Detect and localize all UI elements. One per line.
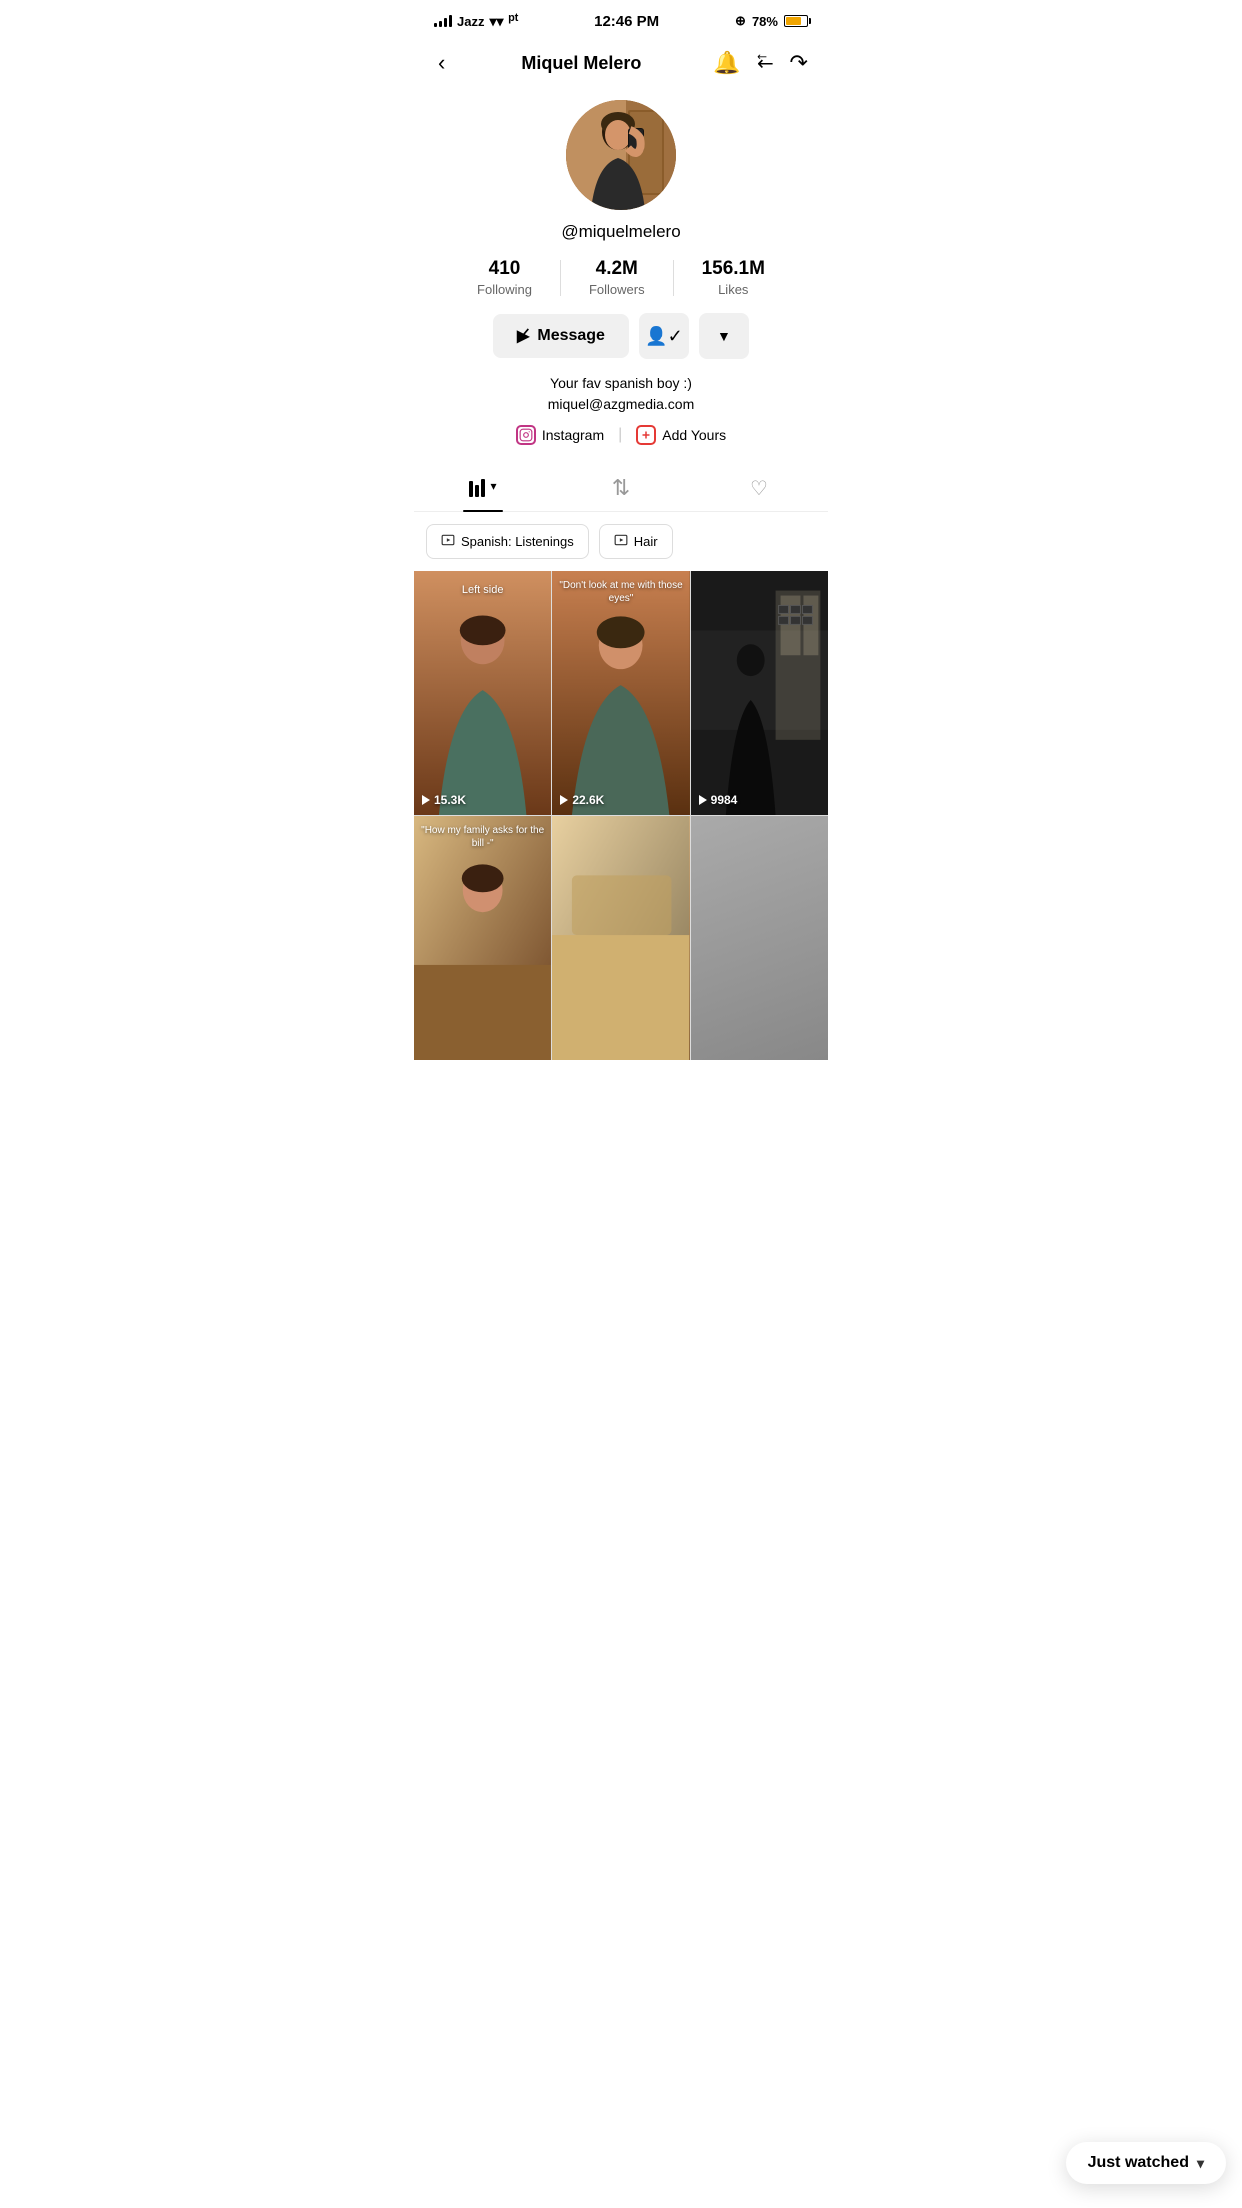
video-bg-5	[552, 816, 689, 1060]
share-button[interactable]: ↷	[790, 50, 808, 76]
followers-label: Followers	[589, 282, 645, 297]
just-watched-pill[interactable]: Just watched ▾	[1066, 2142, 1226, 2184]
add-yours-link[interactable]: Add Yours	[636, 425, 726, 445]
message-button-label: Message	[537, 327, 605, 345]
following-label: Following	[477, 282, 532, 297]
video-thumb-2[interactable]: "Don't look at me with those eyes" 22.6K	[552, 571, 689, 815]
tab-bar: ▾ ⇅ ♡	[414, 461, 828, 512]
message-button[interactable]: ▶̸ Message	[493, 314, 629, 358]
instagram-link[interactable]: Instagram	[516, 425, 604, 445]
playlist-chips: Spanish: Listenings Hair	[414, 524, 828, 559]
playlist-chip-spanish[interactable]: Spanish: Listenings	[426, 524, 589, 559]
bio-email[interactable]: miquel@azgmedia.com	[548, 394, 695, 415]
view-count-2: 22.6K	[572, 793, 604, 807]
play-icon-2	[560, 795, 568, 805]
video-bg-2	[552, 571, 689, 815]
video-text-2: "Don't look at me with those eyes"	[552, 579, 689, 605]
following-count: 410	[489, 258, 521, 280]
view-count-1: 15.3K	[434, 793, 466, 807]
video-views-2: 22.6K	[560, 793, 604, 807]
video-thumb-1[interactable]: Left side 15.3K	[414, 571, 551, 815]
follow-button[interactable]: 👤✓	[639, 313, 689, 359]
video-views-1: 15.3K	[422, 793, 466, 807]
just-watched-label: Just watched	[1088, 2154, 1189, 2172]
link-separator: |	[618, 426, 622, 444]
likes-count: 156.1M	[702, 258, 765, 280]
status-left: Jazz ▾▾ ᵖᵗ	[434, 12, 518, 30]
bio-line-1: Your fav spanish boy :)	[548, 373, 695, 394]
message-send-icon: ▶̸	[517, 326, 529, 346]
avatar	[566, 100, 676, 210]
likes-label: Likes	[718, 282, 748, 297]
playlist-icon-2	[614, 533, 628, 550]
followers-stat: 4.2M Followers	[561, 258, 673, 297]
video-text-4: "How my family asks for the bill -"	[414, 824, 551, 850]
just-watched-chevron-icon: ▾	[1197, 2155, 1204, 2172]
clock: 12:46 PM	[594, 13, 659, 30]
nav-header: ‹ Miquel Melero 🔔 →⃗ ↷	[414, 38, 828, 92]
video-bg-1	[414, 571, 551, 815]
add-yours-icon	[636, 425, 656, 445]
play-icon-1	[422, 795, 430, 805]
nav-actions: 🔔 →⃗ ↷	[713, 50, 808, 76]
page-title: Miquel Melero	[521, 53, 641, 74]
video-thumb-3[interactable]: 9984	[691, 571, 828, 815]
tab-liked[interactable]: ♡	[690, 461, 828, 511]
tab-dropdown-icon: ▾	[490, 479, 496, 497]
liked-tab-icon: ♡	[750, 476, 768, 501]
chevron-down-icon: ▼	[717, 328, 731, 344]
tab-reposts[interactable]: ⇅	[552, 461, 690, 511]
likes-stat: 156.1M Likes	[674, 258, 793, 297]
profile-section: @miquelmelero 410 Following 4.2M Followe…	[414, 92, 828, 461]
battery-indicator	[784, 15, 808, 27]
avatar-image	[566, 100, 676, 210]
action-buttons: ▶̸ Message 👤✓ ▼	[493, 313, 749, 359]
follow-person-icon: 👤✓	[645, 326, 683, 347]
battery-percent: 78%	[752, 14, 778, 29]
signal-icon	[434, 15, 452, 27]
video-text-1: Left side	[414, 583, 551, 597]
following-stat: 410 Following	[449, 258, 560, 297]
wifi-icon: ▾▾	[489, 13, 503, 30]
add-yours-label: Add Yours	[662, 427, 726, 443]
username-label: @miquelmelero	[561, 222, 680, 242]
notification-bell-icon[interactable]: 🔔	[713, 50, 740, 76]
status-bar: Jazz ▾▾ ᵖᵗ 12:46 PM ⊕ 78%	[414, 0, 828, 38]
video-grid: Left side 15.3K "Don't look at	[414, 571, 828, 1060]
instagram-label: Instagram	[542, 427, 604, 443]
playlist-icon-1	[441, 533, 455, 550]
video-thumb-4[interactable]: "How my family asks for the bill -"	[414, 816, 551, 1060]
wifi-symbol: ᵖᵗ	[509, 12, 519, 30]
carrier-label: Jazz	[457, 14, 484, 29]
video-bg-4	[414, 816, 551, 1060]
followers-count: 4.2M	[596, 258, 638, 280]
tab-videos[interactable]: ▾	[414, 461, 552, 511]
video-bg-3	[691, 571, 828, 815]
video-thumb-6[interactable]	[691, 816, 828, 1060]
status-right: ⊕ 78%	[735, 13, 808, 29]
share-icon[interactable]: →⃗	[757, 51, 774, 76]
stats-row: 410 Following 4.2M Followers 156.1M Like…	[434, 258, 808, 297]
playlist-chip-hair[interactable]: Hair	[599, 524, 673, 559]
play-icon-3	[699, 795, 707, 805]
video-views-3: 9984	[699, 793, 738, 807]
more-options-button[interactable]: ▼	[699, 313, 749, 359]
playlist-chip-1-label: Spanish: Listenings	[461, 534, 574, 549]
links-row: Instagram | Add Yours	[516, 425, 726, 445]
repost-tab-icon: ⇅	[612, 475, 630, 501]
grid-tab-icon: ▾	[469, 479, 496, 497]
video-thumb-5[interactable]	[552, 816, 689, 1060]
back-button[interactable]: ‹	[434, 46, 449, 80]
bio-section: Your fav spanish boy :) miquel@azgmedia.…	[548, 373, 695, 415]
instagram-icon	[516, 425, 536, 445]
location-icon: ⊕	[735, 13, 746, 29]
view-count-3: 9984	[711, 793, 738, 807]
playlist-chip-2-label: Hair	[634, 534, 658, 549]
